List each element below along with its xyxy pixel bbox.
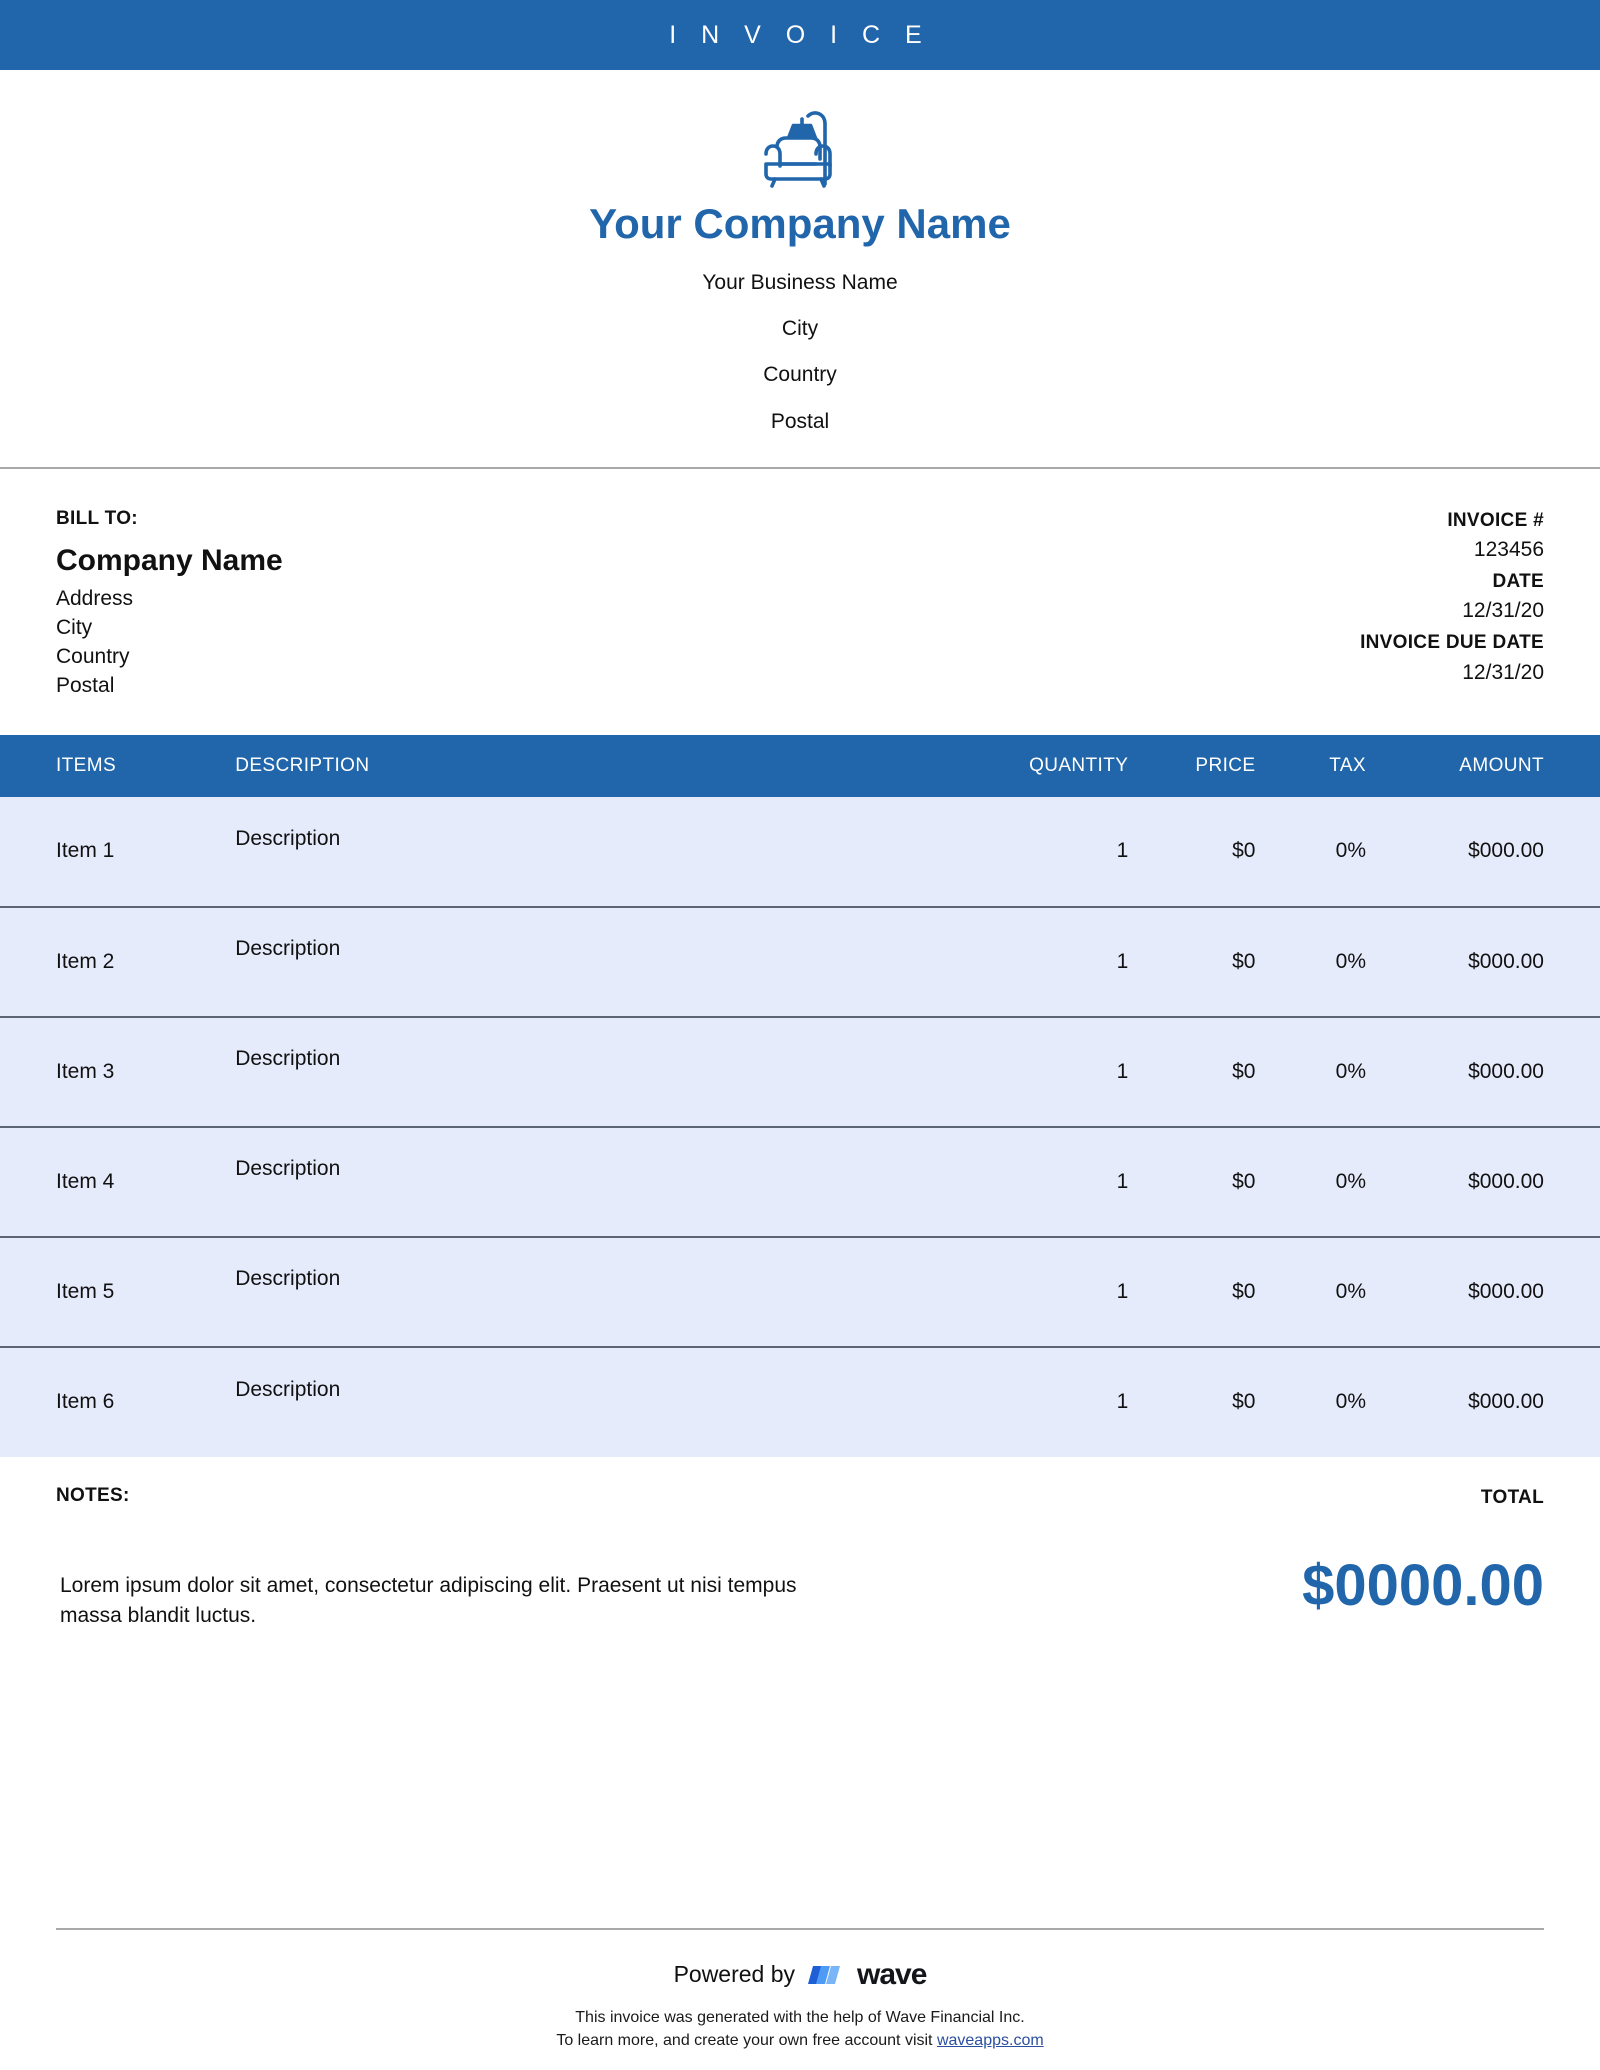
notes-block: NOTES: Lorem ipsum dolor sit amet, conse… bbox=[56, 1485, 919, 1928]
total-block: TOTAL $0000.00 bbox=[1302, 1485, 1544, 1928]
powered-by-label: Powered by bbox=[673, 1961, 796, 1988]
cell-item: Item 5 bbox=[56, 1279, 115, 1303]
header-amount: AMOUNT bbox=[1388, 734, 1600, 797]
cell-item: Item 4 bbox=[56, 1169, 115, 1193]
cell-description: Description bbox=[235, 1047, 341, 1071]
cell-description: Description bbox=[235, 1157, 341, 1181]
bill-to-label: BILL TO: bbox=[56, 507, 138, 529]
cell-price: $0 bbox=[1232, 1059, 1256, 1083]
cell-price: $0 bbox=[1232, 839, 1256, 863]
header-price: PRICE bbox=[1144, 734, 1272, 797]
cell-amount: $000.00 bbox=[1468, 839, 1544, 863]
cell-tax: 0% bbox=[1335, 949, 1367, 973]
cell-amount: $000.00 bbox=[1468, 1169, 1544, 1193]
invoice-banner: I N V O I C E bbox=[0, 0, 1600, 70]
cell-description: Description bbox=[235, 826, 341, 850]
cell-description: Description bbox=[235, 1377, 341, 1401]
cell-description: Description bbox=[235, 1267, 341, 1291]
header-tax: TAX bbox=[1271, 734, 1389, 797]
banner-title: I N V O I C E bbox=[669, 20, 931, 49]
cell-description: Description bbox=[235, 937, 341, 961]
invoice-meta-block: INVOICE # 123456 DATE 12/31/20 INVOICE D… bbox=[1360, 504, 1544, 701]
footer-note-line-2: To learn more, and create your own free … bbox=[56, 2029, 1544, 2052]
company-city: City bbox=[781, 317, 819, 341]
table-row: Item 5 Description 1 $0 0% $000.00 bbox=[0, 1236, 1600, 1347]
invoice-due-date-label: INVOICE DUE DATE bbox=[1360, 632, 1544, 654]
cell-amount: $000.00 bbox=[1468, 1059, 1544, 1083]
bill-to-block: BILL TO: Company Name Address City Count… bbox=[56, 504, 283, 701]
company-business-name: Your Business Name bbox=[702, 271, 898, 295]
cell-tax: 0% bbox=[1335, 1390, 1367, 1414]
cell-quantity: 1 bbox=[1116, 949, 1129, 973]
header-items: ITEMS bbox=[0, 734, 218, 797]
footer-note-line-1: This invoice was generated with the help… bbox=[575, 2008, 1025, 2026]
total-label: TOTAL bbox=[1480, 1486, 1544, 1508]
wave-wordmark: wave bbox=[857, 1957, 927, 1991]
cell-item: Item 2 bbox=[56, 949, 115, 973]
notes-text: Lorem ipsum dolor sit amet, consectetur … bbox=[60, 1573, 797, 1627]
table-row: Item 6 Description 1 $0 0% $000.00 bbox=[0, 1346, 1600, 1457]
cell-quantity: 1 bbox=[1116, 839, 1129, 863]
cell-amount: $000.00 bbox=[1468, 949, 1544, 973]
waveapps-link[interactable]: waveapps.com bbox=[937, 2032, 1044, 2049]
table-row: Item 1 Description 1 $0 0% $000.00 bbox=[0, 796, 1600, 907]
invoice-due-date-value: 12/31/20 bbox=[1462, 660, 1544, 684]
cell-item: Item 1 bbox=[56, 839, 115, 863]
cell-item: Item 3 bbox=[56, 1059, 115, 1083]
invoice-footer: Powered by wave This invoice was generat… bbox=[56, 1927, 1544, 2070]
notes-label: NOTES: bbox=[56, 1484, 130, 1506]
company-postal: Postal bbox=[770, 409, 830, 433]
bill-to-address: Address bbox=[56, 587, 134, 611]
invoice-number-label: INVOICE # bbox=[1447, 509, 1544, 531]
powered-by-row: Powered by wave bbox=[56, 1957, 1544, 1991]
billing-section: BILL TO: Company Name Address City Count… bbox=[0, 469, 1600, 735]
table-row: Item 4 Description 1 $0 0% $000.00 bbox=[0, 1126, 1600, 1237]
cell-amount: $000.00 bbox=[1468, 1279, 1544, 1303]
invoice-date-label: DATE bbox=[1492, 570, 1544, 592]
cell-price: $0 bbox=[1232, 1390, 1256, 1414]
invoice-date-value: 12/31/20 bbox=[1462, 599, 1544, 623]
armchair-lamp-icon bbox=[764, 111, 832, 188]
bill-to-postal: Postal bbox=[56, 674, 115, 698]
header-description: DESCRIPTION bbox=[217, 734, 944, 797]
cell-item: Item 6 bbox=[56, 1390, 115, 1414]
company-header: Your Company Name Your Business Name Cit… bbox=[0, 70, 1600, 469]
company-name: Your Company Name bbox=[589, 200, 1011, 247]
table-row: Item 2 Description 1 $0 0% $000.00 bbox=[0, 906, 1600, 1017]
notes-and-total-section: NOTES: Lorem ipsum dolor sit amet, conse… bbox=[0, 1457, 1600, 1928]
table-header-row: ITEMS DESCRIPTION QUANTITY PRICE TAX AMO… bbox=[0, 734, 1600, 797]
bill-to-country: Country bbox=[56, 645, 130, 669]
cell-quantity: 1 bbox=[1116, 1059, 1129, 1083]
table-row: Item 3 Description 1 $0 0% $000.00 bbox=[0, 1016, 1600, 1127]
invoice-number-value: 123456 bbox=[1473, 538, 1544, 562]
table-header: ITEMS DESCRIPTION QUANTITY PRICE TAX AMO… bbox=[0, 734, 1600, 797]
cell-tax: 0% bbox=[1335, 839, 1367, 863]
cell-quantity: 1 bbox=[1116, 1169, 1129, 1193]
cell-tax: 0% bbox=[1335, 1059, 1367, 1083]
cell-tax: 0% bbox=[1335, 1279, 1367, 1303]
cell-quantity: 1 bbox=[1116, 1279, 1129, 1303]
cell-price: $0 bbox=[1232, 1169, 1256, 1193]
cell-tax: 0% bbox=[1335, 1169, 1367, 1193]
company-logo bbox=[0, 98, 1600, 190]
table-body: Item 1 Description 1 $0 0% $000.00 Item 2 Descr… bbox=[0, 796, 1600, 1457]
bill-to-company-name: Company Name bbox=[56, 544, 283, 578]
cell-price: $0 bbox=[1232, 949, 1256, 973]
footer-note-prefix: To learn more, and create your own free … bbox=[556, 2031, 937, 2049]
header-quantity: QUANTITY bbox=[943, 734, 1145, 797]
company-country: Country bbox=[763, 363, 837, 387]
wave-logo-icon bbox=[808, 1965, 841, 1984]
line-items-table: ITEMS DESCRIPTION QUANTITY PRICE TAX AMO… bbox=[0, 734, 1600, 1457]
lamp-shade-icon bbox=[786, 123, 818, 140]
invoice-document: I N V O I C E Your Company Name Your Bus… bbox=[0, 0, 1600, 2070]
cell-quantity: 1 bbox=[1116, 1390, 1129, 1414]
cell-price: $0 bbox=[1232, 1279, 1256, 1303]
cell-amount: $000.00 bbox=[1468, 1390, 1544, 1414]
total-amount: $0000.00 bbox=[1302, 1552, 1544, 1618]
bill-to-city: City bbox=[56, 616, 93, 640]
footer-note: This invoice was generated with the help… bbox=[56, 2006, 1544, 2052]
